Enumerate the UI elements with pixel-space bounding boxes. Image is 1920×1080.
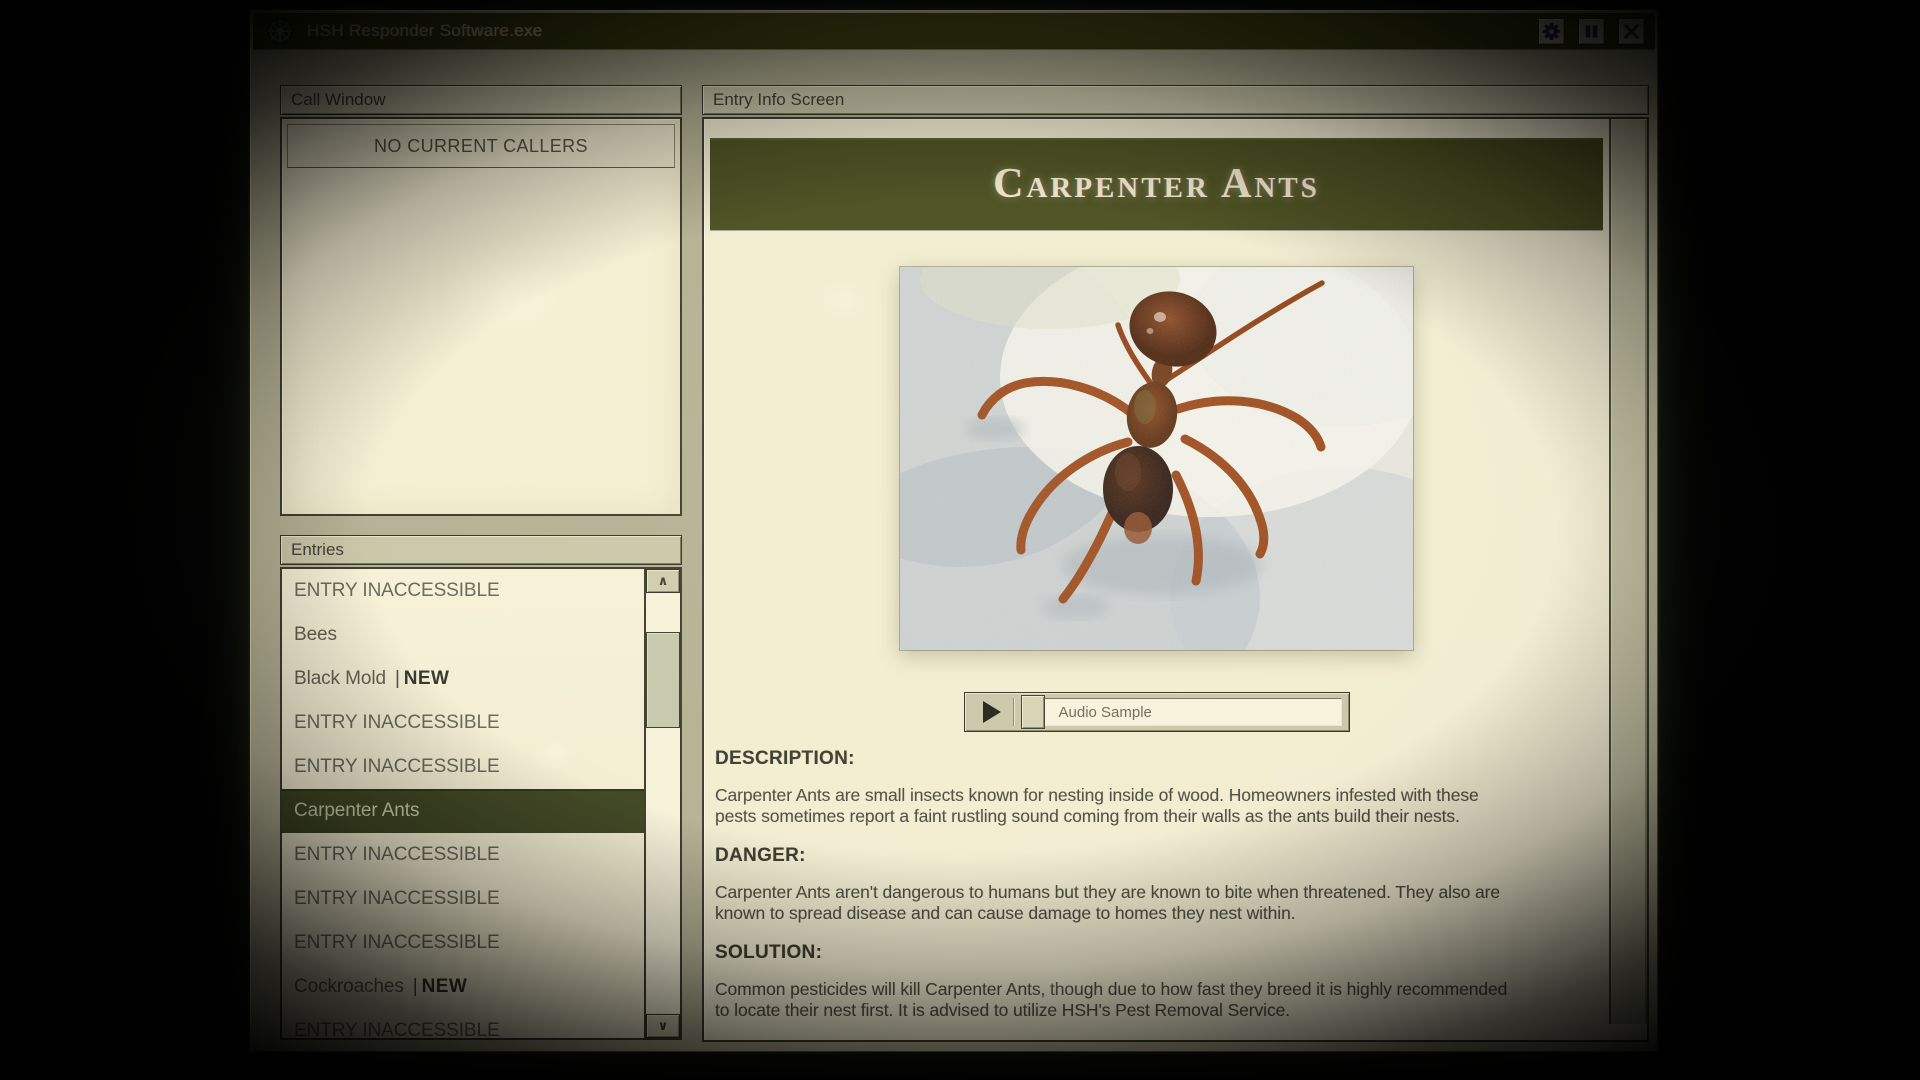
- entries-rows: ENTRY INACCESSIBLEBeesBlack Mold|NEWENTR…: [282, 569, 646, 1038]
- entry-row-label: ENTRY INACCESSIBLE: [294, 888, 500, 910]
- entry-row-label: Carpenter Ants: [294, 800, 419, 822]
- titlebar-buttons: [1538, 18, 1647, 45]
- pause-button[interactable]: [1578, 18, 1605, 45]
- play-button[interactable]: [972, 698, 1014, 726]
- audio-player: Audio Sample: [964, 692, 1350, 732]
- danger-body: Carpenter Ants aren't dangerous to human…: [715, 882, 1591, 924]
- entry-row[interactable]: Bees: [282, 613, 646, 657]
- entry-row-label: Bees: [294, 624, 337, 646]
- section-solution: SOLUTION: Common pesticides will kill Ca…: [715, 942, 1591, 1021]
- entry-row[interactable]: Carpenter Ants: [282, 789, 646, 833]
- pause-icon: [1584, 24, 1599, 39]
- info-scrollbar[interactable]: [1609, 119, 1647, 1024]
- entry-info-panel: Carpenter Ants: [702, 117, 1649, 1042]
- call-window-label: Call Window: [280, 85, 682, 115]
- section-description: DESCRIPTION: Carpenter Ants are small in…: [715, 748, 1591, 827]
- play-icon: [983, 701, 1001, 723]
- settings-button[interactable]: [1538, 18, 1565, 45]
- audio-slider-thumb[interactable]: [1021, 695, 1045, 729]
- section-danger: DANGER: Carpenter Ants aren't dangerous …: [715, 845, 1591, 924]
- scroll-up-icon: ∧: [658, 575, 669, 588]
- danger-heading: DANGER:: [715, 845, 1591, 867]
- app-window: HSH Responder Software.exe: [248, 8, 1660, 1054]
- entry-row[interactable]: ENTRY INACCESSIBLE: [282, 921, 646, 965]
- solution-heading: SOLUTION:: [715, 942, 1591, 964]
- description-body: Carpenter Ants are small insects known f…: [715, 785, 1591, 827]
- entry-info-content: Carpenter Ants: [704, 119, 1609, 1040]
- titlebar: HSH Responder Software.exe: [253, 13, 1655, 49]
- globe-app-icon: [265, 16, 295, 46]
- entry-row-label: Black Mold: [294, 668, 386, 690]
- new-badge: NEW: [404, 668, 450, 690]
- entries-list: ENTRY INACCESSIBLEBeesBlack Mold|NEWENTR…: [280, 567, 682, 1040]
- close-button[interactable]: [1618, 18, 1645, 45]
- caller-status-bar: NO CURRENT CALLERS: [287, 124, 675, 168]
- badge-separator: |: [413, 976, 418, 998]
- entry-row[interactable]: ENTRY INACCESSIBLE: [282, 833, 646, 877]
- entry-row-label: ENTRY INACCESSIBLE: [294, 1020, 500, 1038]
- entry-row[interactable]: ENTRY INACCESSIBLE: [282, 1009, 646, 1038]
- entry-row-label: ENTRY INACCESSIBLE: [294, 580, 500, 602]
- entry-title-banner: Carpenter Ants: [710, 138, 1603, 230]
- close-x-icon: [1623, 23, 1640, 40]
- entry-title: Carpenter Ants: [993, 160, 1320, 208]
- entry-row-label: ENTRY INACCESSIBLE: [294, 932, 500, 954]
- entry-row-label: ENTRY INACCESSIBLE: [294, 756, 500, 778]
- entry-row-label: ENTRY INACCESSIBLE: [294, 712, 500, 734]
- solution-body: Common pesticides will kill Carpenter An…: [715, 979, 1591, 1021]
- entry-row-label: ENTRY INACCESSIBLE: [294, 844, 500, 866]
- description-heading: DESCRIPTION:: [715, 748, 1591, 770]
- call-window-panel: NO CURRENT CALLERS: [280, 117, 682, 516]
- badge-separator: |: [395, 668, 400, 690]
- scroll-down-icon: ∨: [658, 1020, 669, 1033]
- entry-row[interactable]: ENTRY INACCESSIBLE: [282, 569, 646, 613]
- new-badge: NEW: [422, 976, 468, 998]
- audio-sample-label: Audio Sample: [1059, 704, 1152, 721]
- entry-row[interactable]: ENTRY INACCESSIBLE: [282, 701, 646, 745]
- entry-sections: DESCRIPTION: Carpenter Ants are small in…: [715, 748, 1591, 1021]
- entry-info-label: Entry Info Screen: [702, 85, 1649, 115]
- entry-row[interactable]: Cockroaches |NEW: [282, 965, 646, 1009]
- scroll-up-button[interactable]: ∧: [646, 569, 680, 593]
- entry-row[interactable]: ENTRY INACCESSIBLE: [282, 745, 646, 789]
- entries-scrollbar[interactable]: ∧ ∨: [644, 569, 680, 1038]
- gear-icon: [1542, 22, 1561, 41]
- window-title: HSH Responder Software.exe: [307, 21, 543, 41]
- entry-row[interactable]: Black Mold |NEW: [282, 657, 646, 701]
- entries-scrollbar-thumb[interactable]: [646, 632, 680, 728]
- scroll-down-button[interactable]: ∨: [646, 1014, 680, 1038]
- entries-label: Entries: [280, 535, 682, 565]
- entry-row[interactable]: ENTRY INACCESSIBLE: [282, 877, 646, 921]
- crt-screen: HSH Responder Software.exe: [0, 0, 1920, 1080]
- carpenter-ant-photo: [900, 267, 1413, 650]
- audio-sample-field: Audio Sample: [1032, 698, 1342, 726]
- entry-row-label: Cockroaches: [294, 976, 404, 998]
